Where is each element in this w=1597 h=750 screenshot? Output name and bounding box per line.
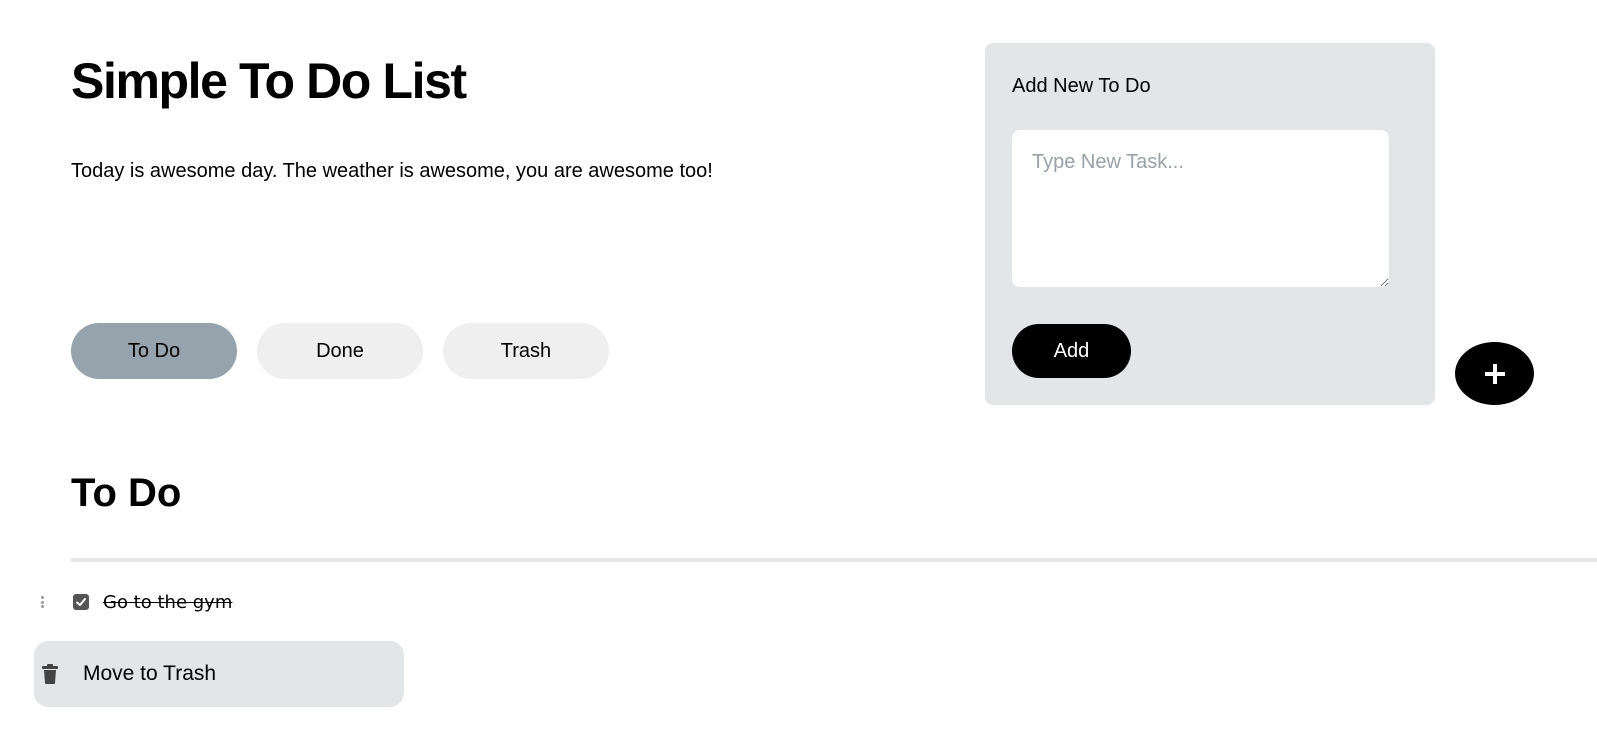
- checkmark-icon: [76, 598, 86, 606]
- plus-icon: [1484, 363, 1505, 384]
- page: Simple To Do List Today is awesome day. …: [0, 0, 1597, 750]
- tab-trash[interactable]: Trash: [443, 323, 609, 379]
- tab-bar: To Do Done Trash: [71, 323, 609, 379]
- move-to-trash-menu-item[interactable]: Move to Trash: [34, 641, 404, 707]
- add-todo-panel: Add New To Do Add: [985, 43, 1435, 405]
- move-to-trash-label: Move to Trash: [83, 662, 217, 685]
- trash-icon: [41, 664, 59, 684]
- todo-text: Go to the gym: [103, 591, 233, 613]
- page-subtitle: Today is awesome day. The weather is awe…: [71, 160, 713, 182]
- new-task-input[interactable]: [1012, 130, 1389, 287]
- todo-item: Go to the gym: [38, 590, 232, 614]
- todo-checkbox[interactable]: [73, 594, 89, 610]
- tab-todo[interactable]: To Do: [71, 323, 237, 379]
- add-button[interactable]: Add: [1012, 324, 1131, 378]
- drag-handle-icon[interactable]: [38, 594, 46, 610]
- section-heading: To Do: [71, 471, 182, 515]
- section-divider: [71, 558, 1597, 562]
- add-fab-button[interactable]: [1455, 342, 1534, 405]
- add-todo-panel-title: Add New To Do: [1012, 75, 1151, 97]
- tab-done[interactable]: Done: [257, 323, 423, 379]
- page-title: Simple To Do List: [71, 53, 467, 109]
